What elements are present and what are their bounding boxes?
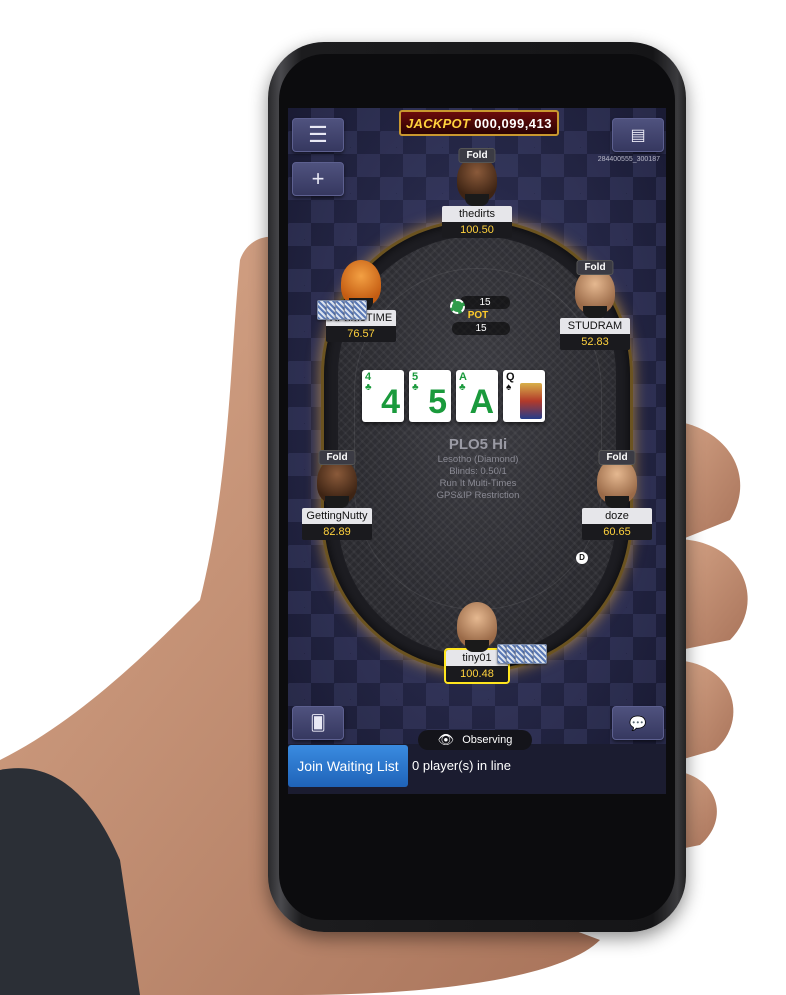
pot-amount-top: 15 — [460, 296, 510, 309]
chat-button[interactable]: 💬 — [612, 706, 664, 740]
pot-amount-bottom: 15 — [452, 322, 510, 335]
cards-button[interactable]: 🂠 — [292, 706, 344, 740]
card-back — [533, 644, 547, 664]
player-name: thedirts — [442, 206, 512, 222]
eye-icon: 👁 — [437, 732, 455, 747]
card-suit: ♣ — [412, 382, 419, 393]
menu-button[interactable]: ☰ — [292, 118, 344, 152]
blinds: Blinds: 0.50/1 — [449, 466, 507, 477]
player-stack: 100.50 — [442, 222, 512, 238]
observing-indicator: 👁 Observing — [418, 730, 532, 750]
player-name: STUDRAM — [560, 318, 630, 334]
player-name: doze — [582, 508, 652, 524]
jackpot-value: 000,099,413 — [474, 115, 552, 131]
seat-left-lower[interactable]: Fold GettingNutty 82.89 — [302, 450, 372, 540]
notes-button[interactable]: ▤ — [612, 118, 664, 152]
cards-icon: 🂠 — [310, 715, 326, 732]
fold-badge: Fold — [598, 450, 636, 465]
fold-badge: Fold — [576, 260, 614, 275]
fold-badge: Fold — [458, 148, 496, 163]
board-card: Q ♠ — [503, 370, 545, 422]
jackpot-label: JACKPOT — [405, 115, 471, 131]
notes-icon: ▤ — [630, 127, 646, 144]
chat-icon: 💬 — [629, 714, 647, 731]
board-card: 4 ♣ 4 — [362, 370, 404, 422]
player-stack: 82.89 — [302, 524, 372, 540]
card-suit: ♠ — [506, 382, 512, 393]
card-rank: 5 — [428, 383, 447, 421]
room-name: Lesotho (Diamond) — [437, 454, 519, 465]
card-suit: ♣ — [365, 382, 372, 393]
board-card: A ♣ A — [456, 370, 498, 422]
card-rank: 4 — [381, 383, 400, 421]
observing-label: Observing — [462, 734, 513, 746]
table-info: PLO5 Hi Lesotho (Diamond) Blinds: 0.50/1… — [408, 436, 548, 501]
join-waiting-list-button[interactable]: Join Waiting List — [288, 745, 408, 787]
game-type: PLO5 Hi — [448, 436, 508, 453]
player-stack: 76.57 — [326, 326, 396, 342]
add-table-button[interactable]: + — [292, 162, 344, 196]
pot-display: 15 POT 15 — [446, 296, 510, 335]
player-stack: 52.83 — [560, 334, 630, 350]
run-it-option: Run It Multi-Times — [439, 478, 517, 489]
chip-icon — [450, 299, 465, 314]
seat-top[interactable]: Fold thedirts 100.50 — [442, 148, 512, 238]
plus-icon: + — [311, 166, 325, 191]
waiting-line-count: 0 player(s) in line — [412, 758, 511, 773]
card-suit: ♣ — [459, 382, 466, 393]
hero-hole-cards — [497, 644, 547, 664]
fold-badge: Fold — [318, 450, 356, 465]
dealer-button: D — [576, 552, 588, 564]
card-back — [353, 300, 367, 320]
community-cards: 4 ♣ 4 5 ♣ 5 A ♣ A Q ♠ — [362, 370, 545, 422]
menu-icon: ☰ — [308, 122, 328, 147]
seat-right-upper[interactable]: Fold STUDRAM 52.83 — [560, 260, 630, 350]
game-screen: ☰ + JACKPOT 000,099,413 ▤ 284400555_3001… — [288, 108, 666, 794]
seat-hero[interactable]: tiny01 100.48 — [444, 602, 510, 684]
player-stack: 60.65 — [582, 524, 652, 540]
hole-cards — [317, 300, 367, 320]
restriction: GPS&IP Restriction — [436, 490, 520, 501]
seat-right-lower[interactable]: Fold doze 60.65 — [582, 450, 652, 540]
avatar — [457, 602, 497, 652]
player-name: GettingNutty — [302, 508, 372, 524]
player-stack: 100.48 — [446, 666, 508, 682]
card-rank: A — [469, 383, 494, 421]
board-card: 5 ♣ 5 — [409, 370, 451, 422]
table-id: 284400555_300187 — [597, 156, 660, 163]
queen-face-icon — [520, 383, 542, 419]
jackpot-banner: JACKPOT 000,099,413 — [399, 110, 559, 136]
